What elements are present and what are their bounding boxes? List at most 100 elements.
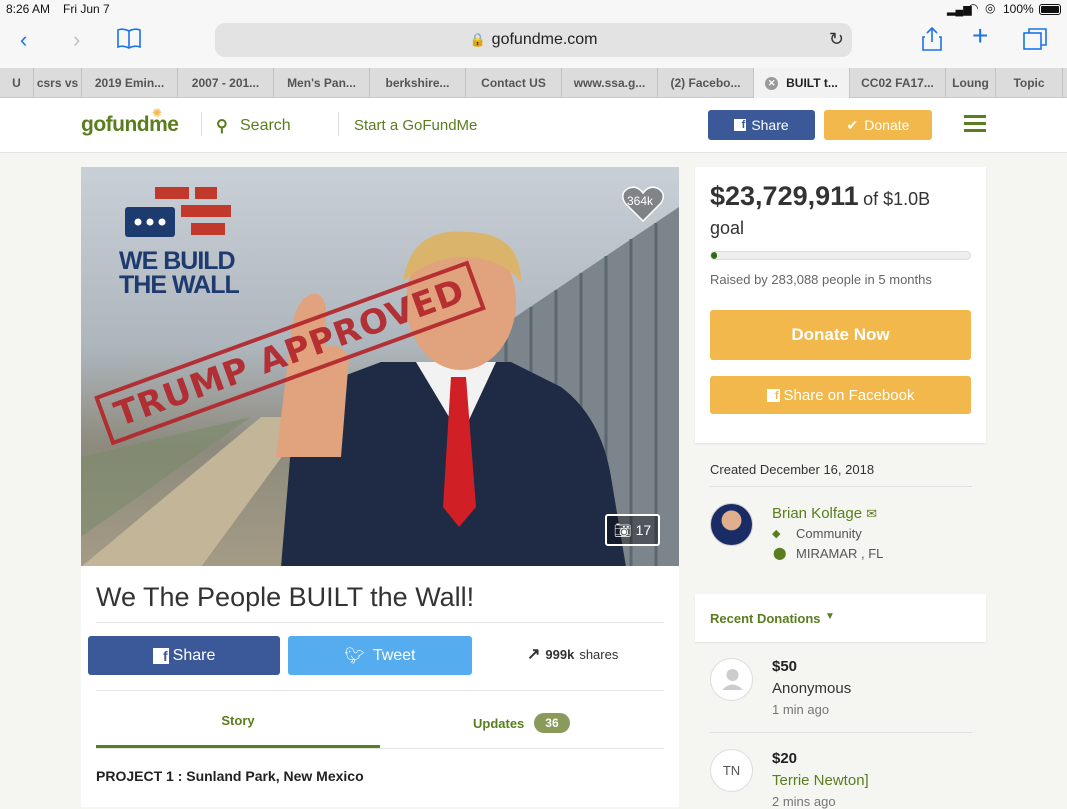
browser-tab[interactable]: csrs vs bbox=[34, 68, 82, 98]
gofundme-logo[interactable]: gofundme bbox=[81, 113, 179, 137]
facebook-icon: f bbox=[766, 388, 780, 402]
start-gofundme-link[interactable]: Start a GoFundMe bbox=[354, 117, 477, 134]
donation-amount: $50 bbox=[772, 658, 798, 675]
user-icon bbox=[722, 669, 743, 690]
recent-donations-header[interactable]: Recent Donations ▼ bbox=[695, 594, 986, 642]
browser-tab[interactable]: Loung bbox=[946, 68, 996, 98]
campaign-card: WE BUILD THE WALL TRUMP APPROVED 364k 📷︎ … bbox=[81, 167, 679, 807]
menu-icon[interactable] bbox=[964, 115, 986, 133]
amount-raised: $23,729,911 bbox=[710, 181, 859, 211]
facebook-icon: f bbox=[734, 119, 747, 131]
status-date: Fri Jun 7 bbox=[63, 2, 110, 16]
donor-name: Anonymous bbox=[772, 680, 852, 697]
browser-tab[interactable]: CC02 FA17... bbox=[850, 68, 946, 98]
donate-now-button[interactable]: Donate Now bbox=[710, 310, 971, 360]
envelope-icon[interactable]: ✉ bbox=[866, 506, 877, 522]
lock-rotation-icon: ◎ bbox=[985, 1, 996, 15]
header-divider bbox=[338, 112, 339, 136]
camera-icon: 📷︎ bbox=[613, 521, 632, 538]
browser-tab[interactable]: www.ssa.g... bbox=[562, 68, 658, 98]
wifi-icon: ◠ bbox=[968, 1, 979, 15]
browser-tab-label: csrs vs bbox=[36, 76, 79, 90]
header-share-button[interactable]: f Share bbox=[708, 110, 815, 140]
campaign-title: We The People BUILT the Wall! bbox=[96, 582, 475, 612]
browser-tab-label: BUILT t... bbox=[786, 76, 838, 90]
funding-panel: $23,729,911 of $1.0B goal Raised by 283,… bbox=[695, 167, 986, 443]
location-pin-icon: ⬤ bbox=[773, 546, 787, 560]
organizer-avatar[interactable] bbox=[710, 503, 753, 546]
shares-counter: ↗ 999k shares bbox=[527, 646, 619, 663]
browser-tab[interactable]: (2) Facebo... bbox=[658, 68, 754, 98]
tabs-overview-icon[interactable] bbox=[1022, 27, 1048, 56]
browser-tab[interactable]: 2007 - 201... bbox=[178, 68, 274, 98]
twitter-icon: 🐦︎ bbox=[344, 647, 365, 665]
share-facebook-button[interactable]: f Share bbox=[88, 636, 280, 675]
browser-tab-label: Loung bbox=[952, 76, 989, 90]
share-icon[interactable] bbox=[921, 26, 943, 57]
lock-icon: 🔒 bbox=[469, 32, 486, 47]
bookmarks-icon[interactable] bbox=[116, 27, 142, 49]
browser-tab-strip: Ucsrs vs 2019 Emin... 2007 - 201... Men's P… bbox=[0, 68, 1067, 98]
organizer-name-row[interactable]: Brian Kolfage ✉ bbox=[772, 505, 877, 522]
divider bbox=[710, 486, 972, 487]
photo-gallery-button[interactable]: 📷︎ 17 bbox=[605, 514, 660, 546]
divider bbox=[96, 690, 664, 691]
updates-count-badge: 36 bbox=[534, 713, 570, 733]
close-tab-icon[interactable]: ✕ bbox=[765, 76, 779, 90]
organizer-location: MIRAMAR , FL bbox=[796, 546, 884, 561]
logo-sprout-icon: ✺ bbox=[152, 106, 163, 120]
goal-amount: of $1.0B bbox=[863, 189, 931, 209]
divider bbox=[710, 732, 972, 733]
browser-tab[interactable]: berkshire... bbox=[370, 68, 466, 98]
facebook-icon: f bbox=[152, 647, 169, 664]
tweet-button[interactable]: 🐦︎ Tweet bbox=[288, 636, 472, 675]
like-count: 364k bbox=[627, 194, 654, 208]
divider bbox=[96, 748, 664, 749]
header-donate-button[interactable]: ✔ Donate bbox=[824, 110, 932, 140]
like-heart-button[interactable]: 364k bbox=[621, 185, 665, 223]
browser-tab[interactable]: Contact US bbox=[466, 68, 562, 98]
divider bbox=[96, 622, 664, 623]
search-icon[interactable]: ⚲ bbox=[216, 116, 228, 136]
header-divider bbox=[201, 112, 202, 136]
browser-tab-label: (2) Facebo... bbox=[670, 76, 741, 90]
reload-icon[interactable]: ↻ bbox=[829, 29, 844, 50]
donor-name[interactable]: Terrie Newton] bbox=[772, 772, 869, 789]
tag-icon: ◆ bbox=[772, 528, 781, 540]
organizer-category: Community bbox=[796, 526, 862, 541]
progress-fill bbox=[711, 252, 718, 259]
created-date: Created December 16, 2018 bbox=[710, 462, 875, 477]
browser-tab[interactable]: Topic bbox=[996, 68, 1063, 98]
browser-tab-label: 2019 Emin... bbox=[94, 76, 165, 90]
browser-tab[interactable]: ✕ BUILT t... bbox=[754, 68, 850, 98]
browser-tab[interactable]: U bbox=[0, 68, 34, 98]
back-icon[interactable]: ‹ bbox=[20, 28, 27, 52]
address-bar[interactable]: 🔒 gofundme.com ↻ bbox=[215, 23, 852, 57]
browser-tab[interactable]: Men's Pan... bbox=[274, 68, 370, 98]
share-on-facebook-button[interactable]: f Share on Facebook bbox=[710, 376, 971, 414]
battery-icon bbox=[1039, 4, 1061, 15]
donation-time: 2 mins ago bbox=[772, 794, 836, 809]
new-tab-icon[interactable]: + bbox=[972, 22, 988, 50]
browser-tab-label: Men's Pan... bbox=[287, 76, 356, 90]
browser-tab-label: 2007 - 201... bbox=[191, 76, 260, 90]
goal-label: goal bbox=[710, 218, 745, 238]
browser-tab-label: berkshire... bbox=[385, 76, 450, 90]
browser-tab-label: Contact US bbox=[481, 76, 546, 90]
campaign-hero-image[interactable]: WE BUILD THE WALL TRUMP APPROVED 364k 📷︎ … bbox=[81, 167, 679, 566]
browser-tab[interactable]: 2019 Emin... bbox=[82, 68, 178, 98]
browser-tab-label: Topic bbox=[1013, 76, 1045, 90]
raised-by-text: Raised by 283,088 people in 5 months bbox=[710, 272, 932, 287]
donor-avatar bbox=[710, 658, 753, 701]
browser-toolbar: ‹ › 🔒 gofundme.com ↻ + bbox=[0, 20, 1067, 68]
logo-text: WE BUILD THE WALL bbox=[119, 247, 240, 299]
trending-icon: ↗ bbox=[527, 646, 541, 663]
status-bar: 8:26 AM Fri Jun 7 ▂▄▆ ◠ ◎ 100% bbox=[0, 0, 1067, 20]
search-link[interactable]: Search bbox=[240, 117, 291, 135]
donor-initials-avatar: TN bbox=[710, 749, 753, 792]
forward-icon[interactable]: › bbox=[73, 28, 80, 52]
tab-story[interactable]: Story bbox=[96, 713, 380, 728]
donation-time: 1 min ago bbox=[772, 702, 830, 717]
tab-updates[interactable]: Updates 36 bbox=[473, 713, 570, 733]
organizer-name[interactable]: Brian Kolfage bbox=[772, 505, 862, 522]
